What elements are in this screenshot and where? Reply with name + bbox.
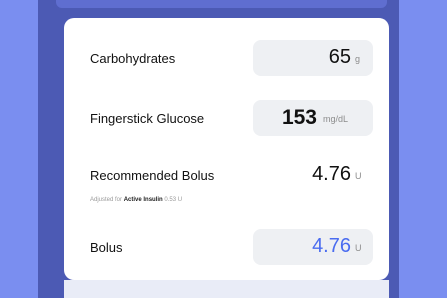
fingerstick-glucose-row[interactable]: Fingerstick Glucose 153 mg/dL — [64, 100, 389, 136]
carbohydrates-value: 65 — [328, 46, 351, 68]
recommended-bolus-unit: U — [355, 171, 362, 181]
recommended-bolus-value: 4.76 — [312, 163, 351, 185]
carbohydrates-unit: g — [355, 54, 361, 64]
bolus-unit: U — [355, 243, 362, 253]
recommended-bolus-label: Recommended Bolus — [90, 168, 215, 183]
bolus-entry-card: Carbohydrates 65 g Fingerstick Glucose 1… — [64, 18, 389, 280]
active-insulin-note-prefix: Adjusted for — [90, 197, 123, 203]
recommended-bolus-row: Recommended Bolus 4.76 U Adjusted for Ac… — [64, 160, 389, 210]
fingerstick-glucose-label: Fingerstick Glucose — [90, 111, 205, 126]
header-strip — [56, 0, 387, 8]
fingerstick-glucose-unit: mg/dL — [323, 114, 349, 124]
active-insulin-note-value: 0.53 U — [164, 197, 183, 203]
active-insulin-note: Adjusted for Active Insulin 0.53 U — [90, 197, 182, 203]
bolus-value: 4.76 — [312, 235, 351, 257]
bolus-row[interactable]: Bolus 4.76 U — [64, 229, 389, 265]
bolus-label: Bolus — [90, 240, 123, 255]
carbohydrates-label: Carbohydrates — [90, 51, 176, 66]
carbohydrates-row[interactable]: Carbohydrates 65 g — [64, 40, 389, 76]
footer-strip — [64, 280, 389, 298]
active-insulin-note-label: Active Insulin — [123, 197, 163, 203]
fingerstick-glucose-value: 153 — [281, 106, 317, 129]
